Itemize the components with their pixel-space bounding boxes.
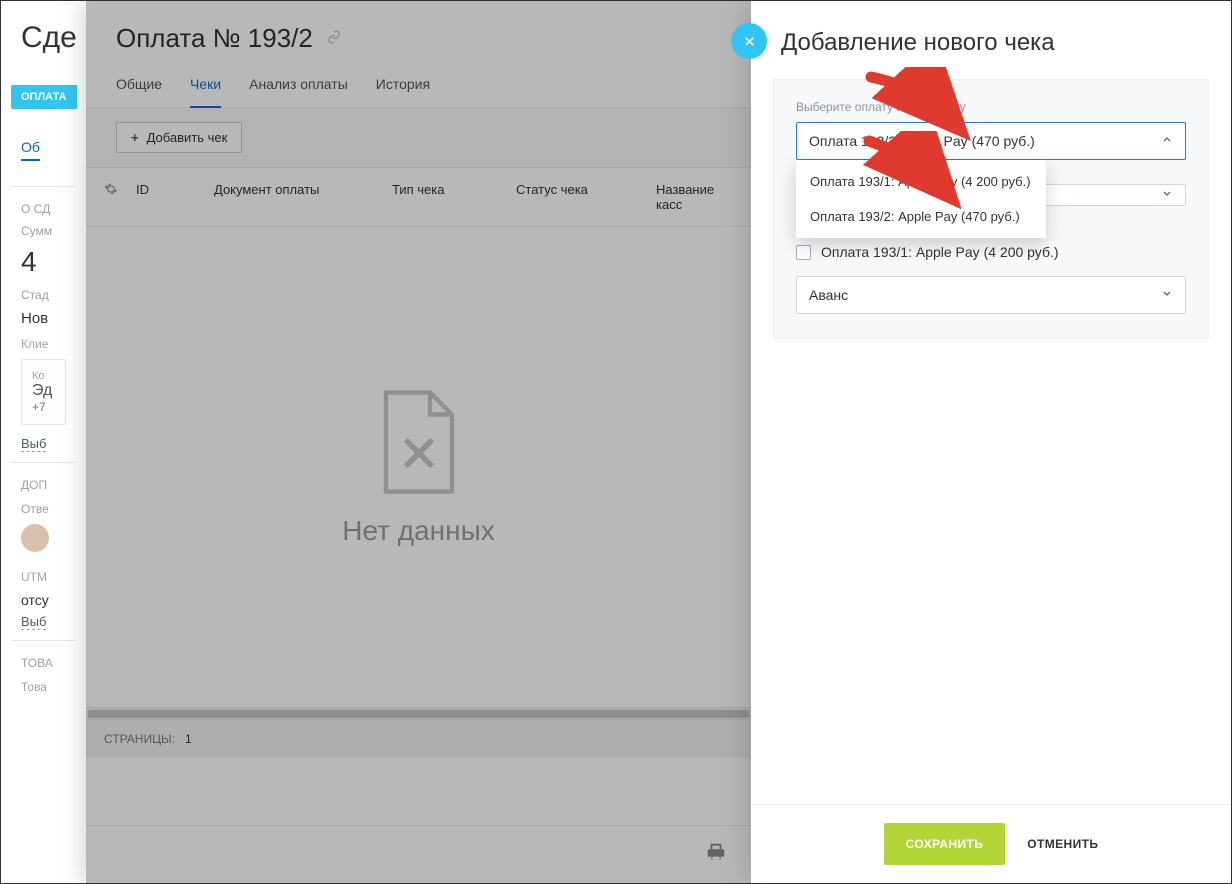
- type-select-box[interactable]: Аванс: [796, 276, 1186, 314]
- table-footer: СТРАНИЦЫ: 1: [86, 719, 751, 758]
- checkbox[interactable]: [796, 245, 811, 260]
- type-select[interactable]: Аванс: [796, 276, 1186, 314]
- tab-general[interactable]: Общие: [116, 76, 162, 107]
- overlay-container: Оплата № 193/2 Общие Чеки Анализ оплаты …: [86, 1, 1231, 883]
- col-cash-name[interactable]: Название касс: [656, 182, 733, 212]
- gear-icon[interactable]: [104, 182, 136, 212]
- panel-footer: СОХРАНИТЬ ОТМЕНИТЬ: [751, 804, 1231, 883]
- bg-contact-phone: +7: [32, 400, 55, 414]
- scroll-thumb[interactable]: [88, 710, 749, 718]
- checkbox-label: Оплата 193/1: Apple Pay (4 200 руб.): [821, 244, 1059, 260]
- chevron-up-icon: [1161, 134, 1173, 149]
- bg-section-goods: ТОВА Това: [11, 640, 76, 712]
- save-button[interactable]: СОХРАНИТЬ: [884, 823, 1006, 865]
- printer-icon[interactable]: [705, 841, 727, 868]
- add-check-label: Добавить чек: [147, 130, 228, 145]
- empty-file-icon: [373, 387, 465, 497]
- select-payment-label: Выберите оплату или отгрузку: [796, 100, 1186, 114]
- bg-stage-value: Нов: [21, 310, 66, 327]
- type-select-value: Аванс: [809, 287, 848, 303]
- payment-select-value: Оплата 193/2: Apple Pay (470 руб.): [809, 133, 1035, 149]
- modal-toolbar: + Добавить чек: [86, 108, 751, 168]
- bg-tab[interactable]: Об: [21, 139, 40, 161]
- bg-resp-label: Отве: [21, 502, 66, 516]
- dropdown-option[interactable]: Оплата 193/1: Apple Pay (4 200 руб.): [796, 164, 1046, 199]
- tab-analysis[interactable]: Анализ оплаты: [249, 76, 348, 107]
- tab-history[interactable]: История: [376, 76, 430, 107]
- bg-goods-title: ТОВА: [21, 656, 66, 670]
- panel-title: Добавление нового чека: [751, 1, 1231, 79]
- bg-sum-label: Сумм: [21, 224, 66, 238]
- pages-label: СТРАНИЦЫ:: [104, 732, 175, 746]
- col-type[interactable]: Тип чека: [392, 182, 516, 212]
- add-check-panel: Добавление нового чека Выберите оплату и…: [751, 1, 1231, 883]
- col-id[interactable]: ID: [136, 182, 214, 212]
- modal-title: Оплата № 193/2: [116, 23, 313, 54]
- bg-sum-value: 4: [21, 246, 66, 278]
- bg-stage-label: Стад: [21, 288, 66, 302]
- panel-body: Выберите оплату или отгрузку Оплата 193/…: [751, 79, 1231, 804]
- payment-badge: ОПЛАТА: [11, 85, 77, 109]
- payment-select-box[interactable]: Оплата 193/2: Apple Pay (470 руб.): [796, 122, 1186, 160]
- cancel-button[interactable]: ОТМЕНИТЬ: [1027, 837, 1098, 851]
- bg-utm-label: UTM: [21, 570, 66, 584]
- chevron-down-icon: [1161, 288, 1173, 303]
- horizontal-scrollbar[interactable]: [86, 707, 751, 719]
- bg-contact-name: Эд: [32, 382, 55, 400]
- bg-goods-label: Това: [21, 680, 66, 694]
- pages-value: 1: [185, 732, 192, 746]
- plus-icon: +: [131, 130, 139, 145]
- bg-contact-label: Ко: [32, 370, 55, 382]
- empty-state: Нет данных: [86, 227, 751, 707]
- col-status[interactable]: Статус чека: [516, 182, 656, 212]
- panel-card: Выберите оплату или отгрузку Оплата 193/…: [773, 79, 1209, 339]
- dropdown-option[interactable]: Оплата 193/2: Apple Pay (470 руб.): [796, 199, 1046, 234]
- col-document[interactable]: Документ оплаты: [214, 182, 392, 212]
- modal-header: Оплата № 193/2: [86, 1, 751, 66]
- bg-client-label: Клие: [21, 337, 66, 351]
- bg-section-about: О СД Сумм 4 Стад Нов Клие Ко Эд +7 Выб: [11, 186, 76, 462]
- payment-dropdown: Оплата 193/1: Apple Pay (4 200 руб.) Опл…: [796, 160, 1046, 238]
- avatar: [21, 524, 49, 552]
- bg-about-title: О СД: [21, 202, 66, 216]
- modal-tabs: Общие Чеки Анализ оплаты История: [86, 66, 751, 108]
- additional-payment-checkbox-row[interactable]: Оплата 193/1: Apple Pay (4 200 руб.): [796, 244, 1186, 260]
- bg-section-more: ДОП Отве UTM отсу Выб: [11, 462, 76, 640]
- payment-modal: Оплата № 193/2 Общие Чеки Анализ оплаты …: [86, 1, 751, 883]
- link-icon[interactable]: [327, 30, 341, 48]
- bg-utm-value: отсу: [21, 592, 66, 608]
- payment-select[interactable]: Оплата 193/2: Apple Pay (470 руб.) Оплат…: [796, 122, 1186, 160]
- empty-text: Нет данных: [342, 515, 494, 547]
- modal-bottom-bar: [86, 825, 751, 883]
- bg-contact-card: Ко Эд +7: [21, 359, 66, 425]
- background-deal-panel: Сде ОПЛАТА Об О СД Сумм 4 Стад Нов Клие …: [1, 1, 86, 883]
- bg-select-link[interactable]: Выб: [21, 436, 46, 452]
- table-header: ID Документ оплаты Тип чека Статус чека …: [86, 168, 751, 227]
- bg-more-title: ДОП: [21, 478, 66, 492]
- bg-select-link2[interactable]: Выб: [21, 614, 46, 630]
- tab-checks[interactable]: Чеки: [190, 76, 221, 108]
- bg-page-title: Сде: [11, 21, 76, 55]
- chevron-down-icon: [1161, 188, 1173, 203]
- add-check-button[interactable]: + Добавить чек: [116, 122, 242, 153]
- close-button[interactable]: [731, 23, 767, 59]
